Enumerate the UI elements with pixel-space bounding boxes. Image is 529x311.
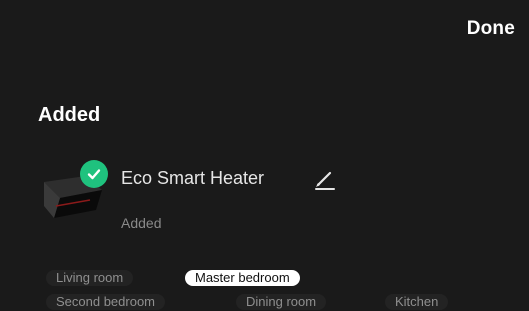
room-chip-living-room[interactable]: Living room <box>46 270 134 286</box>
room-chip-second-bedroom[interactable]: Second bedroom <box>46 294 166 310</box>
section-title: Added <box>38 104 101 126</box>
device-name: Eco Smart Heater <box>121 168 265 188</box>
room-chip-master-bedroom[interactable]: Master bedroom <box>185 270 300 286</box>
check-icon <box>80 160 108 188</box>
pencil-icon[interactable] <box>313 167 337 191</box>
done-button[interactable]: Done <box>467 18 515 40</box>
device-added-screen: Done Added Eco Smart Heater Added Living… <box>0 0 529 311</box>
room-chip-dining-room[interactable]: Dining room <box>236 294 327 310</box>
device-status: Added <box>121 215 162 231</box>
room-chip-kitchen[interactable]: Kitchen <box>385 294 449 310</box>
